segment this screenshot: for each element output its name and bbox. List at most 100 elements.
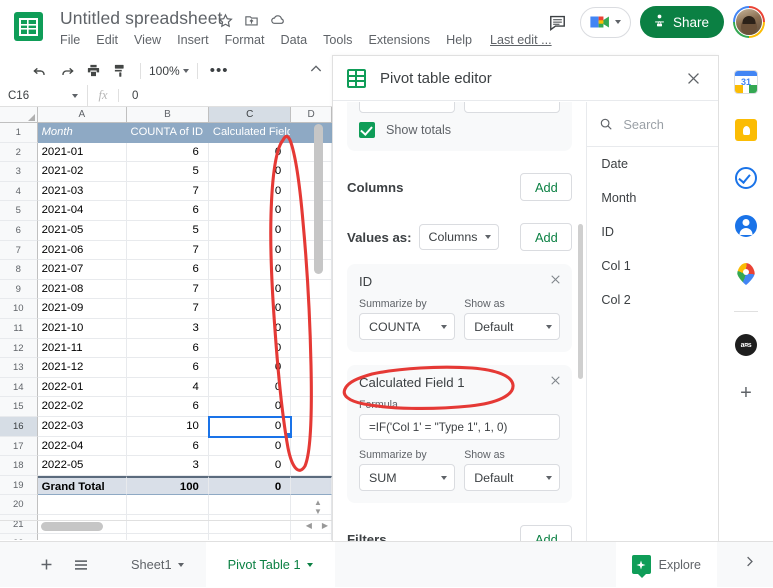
row-header[interactable]: 1 (0, 123, 38, 143)
summarize-by-select[interactable]: COUNTA (359, 313, 456, 340)
column-header-a[interactable]: A (37, 107, 127, 122)
google-calendar-icon[interactable] (733, 69, 759, 95)
cell-c[interactable]: 0 (208, 220, 292, 241)
cell-a[interactable]: 2021-09 (37, 299, 127, 319)
cell-c[interactable]: 0 (208, 260, 292, 280)
cell-a[interactable]: 2021-07 (37, 260, 127, 280)
cell-d[interactable] (291, 220, 332, 241)
cell-a[interactable]: 2022-01 (37, 377, 127, 398)
sheet-tab-pivot-table-1[interactable]: Pivot Table 1 (205, 541, 335, 588)
cell-b[interactable]: 10 (126, 416, 209, 437)
cell-c[interactable]: 0 (208, 162, 292, 182)
cell-d[interactable] (291, 123, 332, 143)
cell-a[interactable]: 2022-02 (37, 397, 127, 417)
cell-c[interactable]: 0 (208, 377, 292, 398)
cell-a[interactable]: 2022-04 (37, 436, 127, 457)
google-keep-icon[interactable] (733, 117, 759, 143)
undo-icon[interactable] (26, 59, 53, 82)
pivot-panel-scrollbar[interactable] (578, 224, 584, 379)
cell-d[interactable] (291, 201, 332, 221)
cell-d[interactable] (291, 534, 332, 540)
cell-a[interactable]: 2021-04 (37, 201, 127, 221)
row-header[interactable]: 10 (0, 299, 38, 319)
print-icon[interactable] (80, 59, 107, 82)
cell-c[interactable]: 0 (208, 181, 292, 202)
row-header[interactable]: 22 (0, 534, 38, 540)
horizontal-scroll-arrows[interactable]: ◀ ▶ (306, 521, 328, 530)
cell-c[interactable]: 0 (208, 338, 292, 359)
cell-d[interactable] (291, 397, 332, 417)
cell-a[interactable]: 2022-03 (37, 416, 127, 437)
chevron-down-icon[interactable] (177, 562, 184, 567)
field-search-row[interactable]: Search (587, 102, 718, 147)
add-sheet-icon[interactable] (38, 556, 55, 573)
cell-c[interactable]: Calculated Field (208, 123, 292, 143)
field-item-id[interactable]: ID (587, 215, 718, 249)
cell-a[interactable]: 2021-01 (37, 142, 127, 163)
row-header[interactable]: 2 (0, 142, 38, 163)
cell-b[interactable]: 100 (126, 475, 209, 496)
sheet-tab-sheet1[interactable]: Sheet1 (109, 542, 206, 588)
row-header[interactable]: 12 (0, 338, 38, 359)
move-to-folder-icon[interactable] (244, 13, 259, 33)
cell-a[interactable]: 2021-12 (37, 358, 127, 378)
star-icon[interactable] (218, 12, 233, 33)
cell-c[interactable]: 0 (208, 279, 292, 300)
cloud-saved-icon[interactable] (270, 12, 286, 33)
row-header[interactable]: 5 (0, 201, 38, 221)
more-options-icon[interactable]: ••• (204, 62, 235, 79)
cell-a[interactable]: 2021-10 (37, 318, 127, 339)
column-header-b[interactable]: B (126, 107, 210, 122)
row-header[interactable]: 20 (0, 495, 38, 515)
all-sheets-icon[interactable] (73, 557, 89, 573)
show-totals-row[interactable]: Show totals (359, 122, 560, 138)
row-header[interactable]: 4 (0, 181, 38, 202)
values-as-select[interactable]: Columns (418, 224, 500, 250)
cell-a[interactable]: 2021-03 (37, 181, 127, 202)
cell-a[interactable]: 2022-05 (37, 456, 127, 476)
show-totals-checkbox[interactable] (359, 122, 375, 138)
chevron-right-icon[interactable] (742, 554, 757, 574)
row-header[interactable]: 9 (0, 279, 38, 300)
document-title[interactable]: Untitled spreadsheet (60, 8, 223, 29)
cell-b[interactable]: COUNTA of ID (126, 123, 209, 143)
vertical-scrollbar-thumb[interactable] (314, 124, 323, 274)
row-header[interactable]: 15 (0, 397, 38, 417)
show-as-select[interactable]: Default (464, 464, 561, 491)
cell-d[interactable] (291, 318, 332, 339)
cell-b[interactable]: 6 (126, 436, 209, 457)
columns-add-button[interactable]: Add (520, 173, 573, 201)
menu-file[interactable]: File (60, 33, 88, 47)
paint-format-icon[interactable] (107, 59, 134, 82)
vertical-scroll-arrows[interactable]: ▲ ▼ (311, 498, 325, 516)
summarize-by-select[interactable]: SUM (359, 464, 456, 491)
cell-b[interactable]: 3 (126, 318, 209, 339)
row-header[interactable]: 18 (0, 456, 38, 476)
cell-a[interactable]: Grand Total (37, 475, 127, 496)
field-item-month[interactable]: Month (587, 181, 718, 215)
formula-input-field[interactable]: =IF('Col 1' = "Type 1", 1, 0) (359, 414, 561, 440)
cell-b[interactable]: 4 (126, 377, 209, 398)
cell-d[interactable] (291, 299, 332, 319)
cell-b[interactable]: 5 (126, 162, 209, 182)
google-tasks-icon[interactable] (733, 165, 759, 191)
cell-c[interactable]: 0 (208, 240, 292, 261)
menu-edit[interactable]: Edit (88, 33, 126, 47)
cell-d[interactable] (291, 142, 332, 163)
row-header[interactable]: 11 (0, 318, 38, 339)
menu-format[interactable]: Format (217, 33, 273, 47)
cell-b[interactable]: 7 (126, 279, 209, 300)
cell-d[interactable] (291, 279, 332, 300)
field-item-col1[interactable]: Col 1 (587, 249, 718, 283)
cell-b[interactable]: 6 (126, 358, 209, 378)
cell-a[interactable]: 2021-11 (37, 338, 127, 359)
cell-d[interactable] (291, 181, 332, 202)
cell-a[interactable] (38, 534, 127, 540)
cell-b[interactable]: 3 (126, 456, 209, 476)
redo-icon[interactable] (53, 59, 80, 82)
cell-c[interactable]: 0 (208, 475, 292, 496)
close-icon[interactable] (549, 273, 562, 286)
cell-c[interactable]: 0 (208, 436, 292, 457)
column-header-d[interactable]: D (291, 107, 332, 122)
row-header[interactable]: 7 (0, 240, 38, 261)
